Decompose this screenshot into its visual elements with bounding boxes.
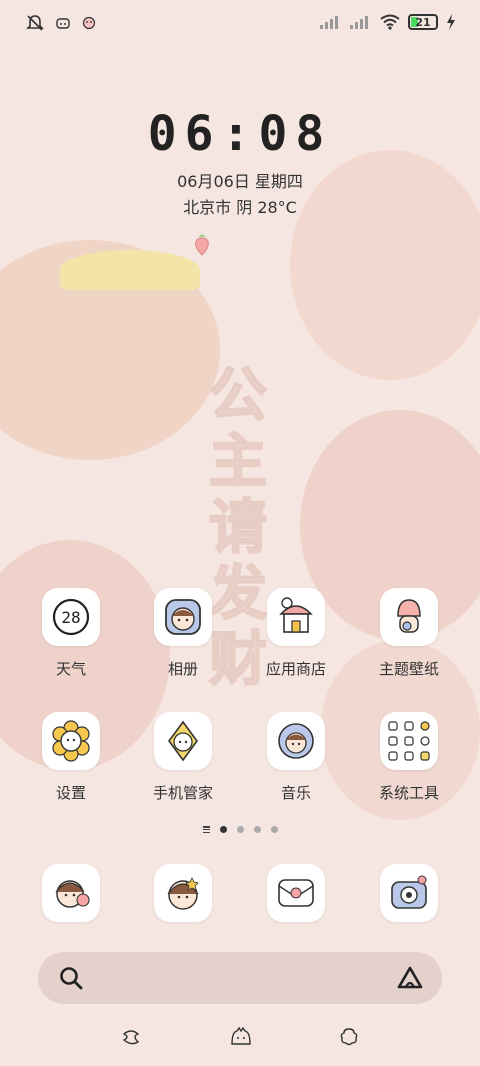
page-indicator[interactable] [0, 826, 480, 833]
app-weather[interactable]: 28 天气 [16, 588, 126, 679]
app-label: 主题壁纸 [378, 660, 439, 678]
wallpaper-blob [60, 250, 200, 290]
battery-icon: 21 [408, 14, 438, 30]
app-label: 系统工具 [378, 784, 439, 802]
wallpaper-char: 公 [208, 361, 268, 429]
themes-icon[interactable] [380, 588, 438, 646]
dock-phone[interactable] [16, 864, 126, 922]
contacts-icon[interactable] [154, 864, 212, 922]
weather-icon[interactable]: 28 [42, 588, 100, 646]
app-themes[interactable]: 主题壁纸 [354, 588, 464, 679]
page-dot-active[interactable] [219, 826, 227, 833]
status-bar: 21 [0, 0, 480, 50]
camera-icon[interactable] [380, 864, 438, 922]
clock-date[interactable]: 06月06日 星期四 [0, 168, 480, 192]
wallpaper-char: 主 [208, 427, 268, 495]
nav-home-icon[interactable] [229, 1026, 253, 1048]
wifi-icon [380, 14, 400, 30]
clock-time[interactable]: 06:08 [0, 106, 480, 162]
app-label: 音乐 [280, 784, 311, 802]
strawberry-icon [195, 234, 209, 256]
status-bar-right: 21 [320, 14, 456, 30]
search-icon[interactable] [58, 965, 84, 991]
app-label: 相册 [167, 660, 198, 678]
app-store-icon[interactable] [267, 588, 325, 646]
signal-icon [320, 16, 338, 29]
nav-menu-icon[interactable] [120, 1026, 142, 1048]
signal-icon-2 [350, 16, 368, 29]
app-settings[interactable]: 设置 [16, 712, 126, 803]
status-bar-left [26, 14, 96, 32]
wallpaper-char: 请 [208, 493, 268, 561]
dock-contacts[interactable] [128, 864, 238, 922]
search-input[interactable] [98, 962, 382, 994]
security-icon[interactable] [154, 712, 212, 770]
page-list-icon[interactable] [202, 826, 210, 833]
weather-icon-temp: 28 [61, 608, 80, 627]
messages-icon[interactable] [267, 864, 325, 922]
page-dot[interactable] [270, 826, 278, 833]
assistant-icon[interactable] [396, 965, 424, 991]
search-bar[interactable] [38, 952, 442, 1004]
app-music[interactable]: 音乐 [241, 712, 351, 803]
phone-icon[interactable] [42, 864, 100, 922]
notification-app-icon-2 [82, 16, 96, 30]
app-label: 应用商店 [265, 660, 326, 678]
dock-messages[interactable] [241, 864, 351, 922]
music-icon[interactable] [267, 712, 325, 770]
page-dot[interactable] [253, 826, 261, 833]
app-label: 设置 [55, 784, 86, 802]
page-dot[interactable] [236, 826, 244, 833]
app-security[interactable]: 手机管家 [128, 712, 238, 803]
system-tools-folder-icon[interactable] [380, 712, 438, 770]
notification-app-icon [56, 18, 70, 29]
battery-level: 21 [415, 15, 431, 29]
app-store[interactable]: 应用商店 [241, 588, 351, 679]
dock-camera[interactable] [354, 864, 464, 922]
app-gallery[interactable]: 相册 [128, 588, 238, 679]
settings-icon[interactable] [42, 712, 100, 770]
app-label: 手机管家 [152, 784, 213, 802]
app-system-tools-folder[interactable]: 系统工具 [354, 712, 464, 803]
weather-summary[interactable]: 北京市 阴 28°C [0, 194, 480, 218]
gallery-icon[interactable] [154, 588, 212, 646]
bell-muted-icon [26, 15, 44, 31]
app-label: 天气 [55, 660, 86, 678]
charging-icon [447, 14, 455, 30]
nav-back-icon[interactable] [338, 1026, 360, 1048]
navigation-bar [0, 1020, 480, 1056]
